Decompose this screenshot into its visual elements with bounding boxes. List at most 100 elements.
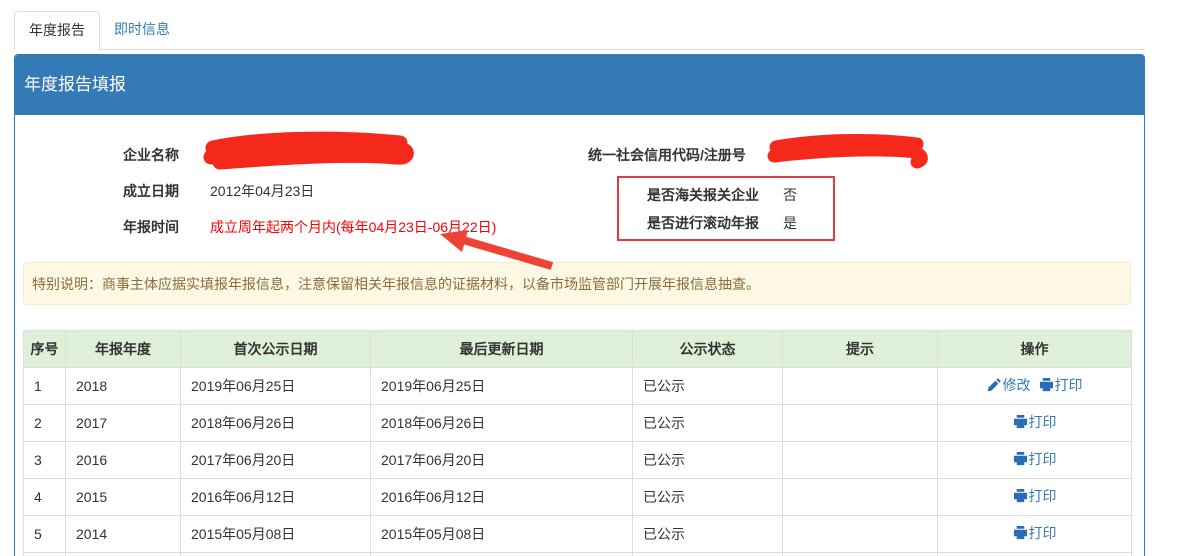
company-name-label: 企业名称 bbox=[123, 145, 210, 165]
print-link[interactable]: 打印 bbox=[1013, 524, 1057, 542]
cell-actions: 打印 bbox=[938, 405, 1132, 442]
annual-report-page: 年度报告 即时信息 年度报告填报 企业名称 成立日期 2012年04月23日 年… bbox=[0, 0, 1191, 556]
cell-empty bbox=[633, 553, 783, 556]
company-name-row: 企业名称 bbox=[23, 137, 1136, 173]
report-time-value: 成立周年起两个月内(每年04月23日-06月22日) bbox=[210, 217, 496, 237]
established-date-value: 2012年04月23日 bbox=[210, 181, 314, 201]
cell-empty bbox=[938, 553, 1132, 556]
cell-actions: 修改 打印 bbox=[938, 368, 1132, 405]
cell-empty bbox=[66, 553, 181, 556]
action-label: 打印 bbox=[1029, 450, 1057, 468]
print-link[interactable]: 打印 bbox=[1013, 450, 1057, 468]
cell-seq: 4 bbox=[24, 479, 66, 516]
cell-publish-status: 已公示 bbox=[633, 516, 783, 553]
cell-empty bbox=[783, 553, 938, 556]
cell-report-year: 2018 bbox=[66, 368, 181, 405]
cell-first-publish-date: 2015年05月08日 bbox=[181, 516, 371, 553]
cell-first-publish-date: 2017年06月20日 bbox=[181, 442, 371, 479]
cell-publish-status: 已公示 bbox=[633, 479, 783, 516]
tab-annual-report[interactable]: 年度报告 bbox=[14, 11, 100, 50]
cell-publish-status: 已公示 bbox=[633, 368, 783, 405]
company-info-section: 企业名称 成立日期 2012年04月23日 年报时间 成立周年起两个月内(每年0… bbox=[23, 137, 1136, 245]
header-seq: 序号 bbox=[24, 331, 66, 368]
customs-row: 是否海关报关企业 否 bbox=[619, 181, 833, 209]
table-row: 220172018年06月26日2018年06月26日已公示打印 bbox=[24, 405, 1132, 442]
cell-first-publish-date: 2018年06月26日 bbox=[181, 405, 371, 442]
printer-icon bbox=[1013, 488, 1028, 503]
cell-seq: 1 bbox=[24, 368, 66, 405]
table-row: 120182019年06月25日2019年06月25日已公示修改打印 bbox=[24, 368, 1132, 405]
cell-empty bbox=[24, 553, 66, 556]
cell-tip bbox=[783, 368, 938, 405]
cell-empty bbox=[181, 553, 371, 556]
cell-seq: 5 bbox=[24, 516, 66, 553]
rolling-report-value: 是 bbox=[783, 213, 797, 233]
rolling-report-row: 是否进行滚动年报 是 bbox=[619, 209, 833, 237]
print-link[interactable]: 打印 bbox=[1013, 487, 1057, 505]
panel-body: 企业名称 成立日期 2012年04月23日 年报时间 成立周年起两个月内(每年0… bbox=[15, 115, 1144, 556]
table-row: 320162017年06月20日2017年06月20日已公示打印 bbox=[24, 442, 1132, 479]
customs-label: 是否海关报关企业 bbox=[647, 185, 783, 205]
printer-icon bbox=[1013, 451, 1028, 466]
table-row: 520142015年05月08日2015年05月08日已公示打印 bbox=[24, 516, 1132, 553]
edit-link[interactable]: 修改 bbox=[987, 376, 1031, 394]
header-publish-status: 公示状态 bbox=[633, 331, 783, 368]
printer-icon bbox=[1013, 525, 1028, 540]
header-first-publish-date: 首次公示日期 bbox=[181, 331, 371, 368]
action-label: 打印 bbox=[1029, 413, 1057, 431]
table-row-partial bbox=[24, 553, 1132, 556]
print-link[interactable]: 打印 bbox=[1039, 376, 1083, 394]
established-date-label: 成立日期 bbox=[123, 181, 210, 201]
credit-code-label: 统一社会信用代码/注册号 bbox=[588, 145, 746, 165]
established-date-row: 成立日期 2012年04月23日 bbox=[23, 173, 1136, 209]
cell-empty bbox=[371, 553, 633, 556]
printer-icon bbox=[1039, 377, 1054, 392]
cell-tip bbox=[783, 479, 938, 516]
cell-tip bbox=[783, 405, 938, 442]
header-operation: 操作 bbox=[938, 331, 1132, 368]
cell-tip bbox=[783, 442, 938, 479]
cell-report-year: 2016 bbox=[66, 442, 181, 479]
cell-last-update-date: 2019年06月25日 bbox=[371, 368, 633, 405]
customs-value: 否 bbox=[783, 185, 797, 205]
cell-publish-status: 已公示 bbox=[633, 405, 783, 442]
cell-tip bbox=[783, 516, 938, 553]
cell-actions: 打印 bbox=[938, 516, 1132, 553]
cell-last-update-date: 2015年05月08日 bbox=[371, 516, 633, 553]
cell-first-publish-date: 2016年06月12日 bbox=[181, 479, 371, 516]
table-header-row: 序号 年报年度 首次公示日期 最后更新日期 公示状态 提示 操作 bbox=[24, 331, 1132, 368]
special-notice: 特别说明：商事主体应据实填报年报信息，注意保留相关年报信息的证据材料，以备市场监… bbox=[23, 262, 1131, 305]
action-label: 打印 bbox=[1029, 524, 1057, 542]
action-label: 修改 bbox=[1003, 376, 1031, 394]
header-tip: 提示 bbox=[783, 331, 938, 368]
annotation-red-box: 是否海关报关企业 否 是否进行滚动年报 是 bbox=[617, 176, 835, 241]
rolling-report-label: 是否进行滚动年报 bbox=[647, 213, 783, 233]
printer-icon bbox=[1013, 414, 1028, 429]
cell-report-year: 2014 bbox=[66, 516, 181, 553]
print-link[interactable]: 打印 bbox=[1013, 413, 1057, 431]
action-label: 打印 bbox=[1055, 376, 1083, 394]
credit-code-row: 统一社会信用代码/注册号 bbox=[588, 137, 746, 173]
cell-actions: 打印 bbox=[938, 479, 1132, 516]
report-time-label: 年报时间 bbox=[123, 217, 210, 237]
action-label: 打印 bbox=[1029, 487, 1057, 505]
tab-bar: 年度报告 即时信息 bbox=[14, 11, 1145, 50]
cell-actions: 打印 bbox=[938, 442, 1132, 479]
table-row: 420152016年06月12日2016年06月12日已公示打印 bbox=[24, 479, 1132, 516]
cell-seq: 3 bbox=[24, 442, 66, 479]
pencil-icon bbox=[987, 377, 1002, 392]
report-time-row: 年报时间 成立周年起两个月内(每年04月23日-06月22日) bbox=[23, 209, 1136, 245]
cell-report-year: 2015 bbox=[66, 479, 181, 516]
cell-last-update-date: 2018年06月26日 bbox=[371, 405, 633, 442]
annual-report-table: 序号 年报年度 首次公示日期 最后更新日期 公示状态 提示 操作 1201820… bbox=[23, 330, 1132, 556]
cell-last-update-date: 2017年06月20日 bbox=[371, 442, 633, 479]
header-report-year: 年报年度 bbox=[66, 331, 181, 368]
annual-report-panel: 年度报告填报 企业名称 成立日期 2012年04月23日 年报时间 成立周年起两… bbox=[14, 54, 1145, 556]
cell-last-update-date: 2016年06月12日 bbox=[371, 479, 633, 516]
cell-seq: 2 bbox=[24, 405, 66, 442]
cell-publish-status: 已公示 bbox=[633, 442, 783, 479]
panel-title: 年度报告填报 bbox=[15, 55, 1144, 115]
report-table-body: 120182019年06月25日2019年06月25日已公示修改打印220172… bbox=[24, 368, 1132, 556]
header-last-update-date: 最后更新日期 bbox=[371, 331, 633, 368]
tab-instant-info[interactable]: 即时信息 bbox=[100, 11, 184, 49]
